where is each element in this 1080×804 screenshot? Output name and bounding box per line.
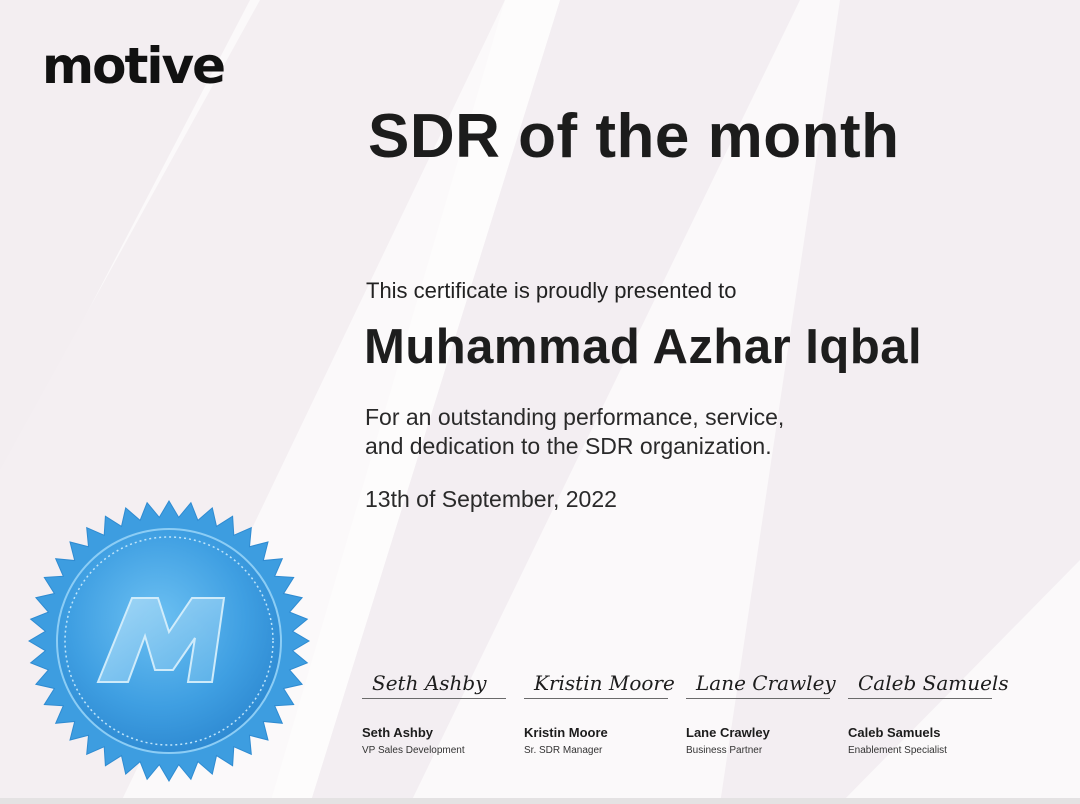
- award-reason-line-2: and dedication to the SDR organization.: [365, 433, 772, 459]
- presented-text: This certificate is proudly presented to: [366, 278, 737, 303]
- signer-name: Kristin Moore: [524, 725, 608, 740]
- signer-role: VP Sales Development: [362, 745, 465, 756]
- certificate-title: SDR of the month: [368, 102, 900, 171]
- signer-role: Enablement Specialist: [848, 745, 947, 756]
- signer-name: Caleb Samuels: [848, 725, 941, 740]
- recipient-name: Muhammad Azhar Iqbal: [364, 320, 923, 374]
- signature-script: Lane Crawley: [696, 671, 836, 695]
- signature-line: [848, 698, 992, 699]
- award-reason: For an outstanding performance, service,…: [365, 403, 784, 461]
- motive-logo: motive: [42, 37, 226, 95]
- signature-script: Kristin Moore: [534, 671, 675, 695]
- signature-script: Caleb Samuels: [858, 671, 1009, 695]
- certificate: motive SDR of the month This certificate…: [0, 0, 1080, 804]
- award-date: 13th of September, 2022: [365, 486, 617, 512]
- signature-line: [524, 698, 668, 699]
- signer-name: Seth Ashby: [362, 725, 434, 740]
- award-reason-line-1: For an outstanding performance, service,: [365, 404, 785, 430]
- signature-script: Seth Ashby: [372, 671, 487, 695]
- signer-role: Sr. SDR Manager: [524, 745, 603, 756]
- signature-block: Kristin Moore Kristin Moore Sr. SDR Mana…: [524, 650, 675, 758]
- signature-block: Caleb Samuels Caleb Samuels Enablement S…: [848, 650, 1009, 758]
- bottom-border: [0, 798, 1080, 804]
- signature-line: [686, 698, 830, 699]
- signature-block: Lane Crawley Lane Crawley Business Partn…: [686, 650, 836, 758]
- signature-block: Seth Ashby Seth Ashby VP Sales Developme…: [362, 650, 506, 758]
- signer-role: Business Partner: [686, 745, 763, 756]
- signature-line: [362, 698, 506, 699]
- signer-name: Lane Crawley: [686, 725, 770, 740]
- seal-badge-icon: [28, 500, 310, 782]
